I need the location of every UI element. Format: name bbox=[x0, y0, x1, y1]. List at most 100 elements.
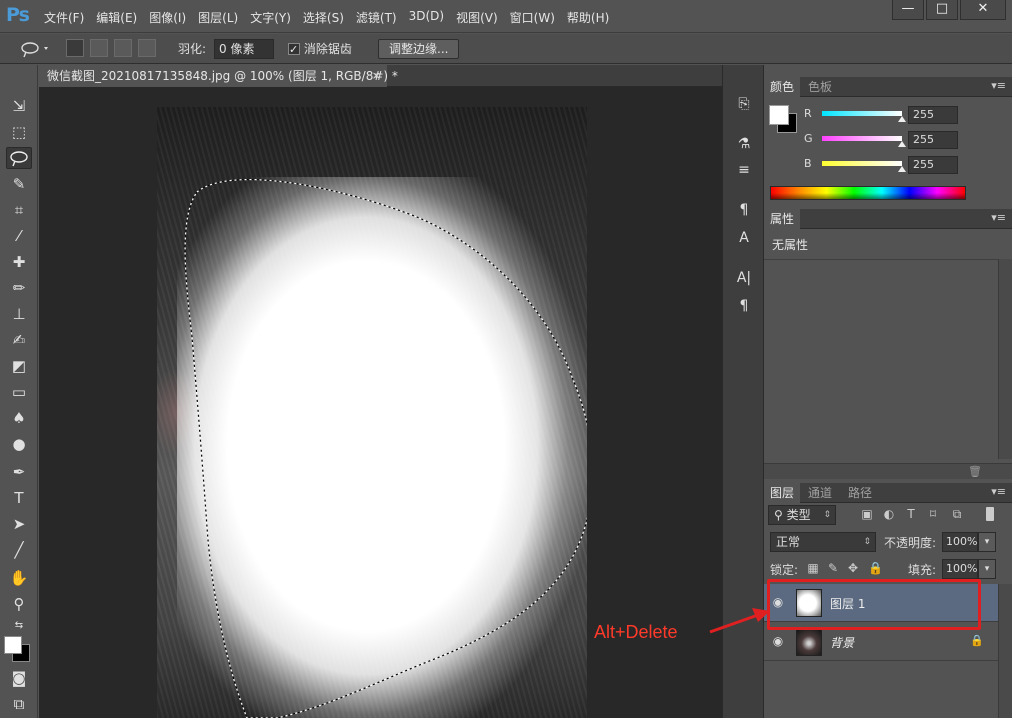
refine-edge-button[interactable]: 调整边缘... bbox=[378, 39, 460, 59]
path-select-tool-icon[interactable]: ➤ bbox=[6, 513, 32, 535]
layer-name[interactable]: 背景 bbox=[830, 634, 854, 651]
properties-panel-menu-icon[interactable]: ▾≡ bbox=[991, 211, 1006, 224]
quick-select-tool-icon[interactable]: ✎ bbox=[6, 173, 32, 195]
eraser-tool-icon[interactable]: ◩ bbox=[6, 355, 32, 377]
line-tool-icon[interactable]: ╱ bbox=[6, 539, 32, 561]
slider-r[interactable]: R 255 bbox=[804, 105, 1004, 125]
layer-filter-dropdown[interactable]: ⚲ 类型 ⇕ bbox=[768, 505, 836, 525]
move-tool-icon[interactable]: ⇲ bbox=[6, 95, 32, 117]
filter-pixel-icon[interactable]: ▣ bbox=[860, 507, 874, 521]
menu-file[interactable]: 文件(F) bbox=[44, 9, 84, 26]
new-selection-icon[interactable] bbox=[66, 39, 84, 57]
character-styles-icon[interactable]: A bbox=[732, 227, 756, 249]
fill-arrow-icon[interactable]: ▾ bbox=[978, 559, 996, 579]
history-brush-tool-icon[interactable]: ✍ bbox=[6, 329, 32, 351]
maximize-button[interactable]: □ bbox=[926, 0, 958, 20]
slider-r-bar[interactable] bbox=[822, 111, 902, 116]
lock-pixels-icon[interactable]: ✎ bbox=[826, 561, 840, 575]
quick-mask-icon[interactable]: ◙ bbox=[6, 667, 32, 689]
properties-scrollbar[interactable] bbox=[998, 259, 1012, 459]
color-panel-menu-icon[interactable]: ▾≡ bbox=[991, 79, 1006, 92]
brush-panel-icon[interactable]: ⚗ bbox=[732, 133, 756, 155]
slider-g-value[interactable]: 255 bbox=[908, 131, 958, 149]
color-foreground-swatch[interactable] bbox=[769, 105, 789, 125]
zoom-tool-icon[interactable]: ⚲ bbox=[6, 593, 32, 615]
clone-stamp-tool-icon[interactable]: ⊥ bbox=[6, 303, 32, 325]
menu-type[interactable]: 文字(Y) bbox=[250, 9, 291, 26]
menu-edit[interactable]: 编辑(E) bbox=[96, 9, 137, 26]
document-tab[interactable]: 微信截图_20210817135848.jpg @ 100% (图层 1, RG… bbox=[39, 65, 398, 87]
antialias-checkbox[interactable]: 消除锯齿 bbox=[288, 39, 352, 60]
opacity-input[interactable]: 100% bbox=[942, 532, 978, 552]
intersect-selection-icon[interactable] bbox=[138, 39, 156, 57]
blend-mode-dropdown[interactable]: 正常 ⇕ bbox=[770, 532, 876, 552]
dodge-tool-icon[interactable]: ● bbox=[6, 433, 32, 455]
fill-input[interactable]: 100% bbox=[942, 559, 978, 579]
opacity-arrow-icon[interactable]: ▾ bbox=[978, 532, 996, 552]
slider-g-bar[interactable] bbox=[822, 136, 902, 141]
layers-panel-menu-icon[interactable]: ▾≡ bbox=[991, 485, 1006, 498]
filter-smart-icon[interactable]: ⧉ bbox=[950, 507, 964, 521]
foreground-color-swatch[interactable] bbox=[4, 636, 22, 654]
pen-tool-icon[interactable]: ✒ bbox=[6, 461, 32, 483]
document-tab-close-icon[interactable]: × bbox=[372, 65, 381, 87]
filter-type-icon[interactable]: T bbox=[904, 507, 918, 521]
menu-filter[interactable]: 滤镜(T) bbox=[356, 9, 397, 26]
close-button[interactable]: ✕ bbox=[960, 0, 1006, 20]
menu-select[interactable]: 选择(S) bbox=[303, 9, 344, 26]
slider-g-thumb[interactable] bbox=[898, 141, 906, 147]
screen-mode-icon[interactable]: ⧉ bbox=[6, 693, 32, 715]
slider-b[interactable]: B 255 bbox=[804, 155, 1004, 175]
blur-tool-icon[interactable]: ♠ bbox=[6, 407, 32, 429]
color-spectrum[interactable] bbox=[770, 186, 966, 200]
gradient-tool-icon[interactable]: ▭ bbox=[6, 381, 32, 403]
eyedropper-tool-icon[interactable]: ⁄ bbox=[6, 225, 32, 247]
antialias-check-icon[interactable] bbox=[288, 40, 300, 60]
slider-b-thumb[interactable] bbox=[898, 166, 906, 172]
menu-3d[interactable]: 3D(D) bbox=[409, 9, 444, 26]
healing-tool-icon[interactable]: ✚ bbox=[6, 251, 32, 273]
menu-window[interactable]: 窗口(W) bbox=[510, 9, 555, 26]
image-canvas[interactable] bbox=[157, 107, 587, 718]
character-panel-icon[interactable]: A| bbox=[732, 267, 756, 289]
menu-image[interactable]: 图像(I) bbox=[149, 9, 186, 26]
subtract-selection-icon[interactable] bbox=[114, 39, 132, 57]
menu-help[interactable]: 帮助(H) bbox=[567, 9, 609, 26]
filter-adjust-icon[interactable]: ◐ bbox=[882, 507, 896, 521]
tab-color[interactable]: 颜色 bbox=[764, 77, 801, 97]
slider-b-bar[interactable] bbox=[822, 161, 902, 166]
slider-b-value[interactable]: 255 bbox=[908, 156, 958, 174]
lock-all-icon[interactable]: 🔒 bbox=[868, 561, 883, 575]
layers-scrollbar[interactable] bbox=[998, 584, 1012, 718]
filter-toggle-icon[interactable] bbox=[986, 507, 994, 521]
add-selection-icon[interactable] bbox=[90, 39, 108, 57]
paragraph-styles-icon[interactable]: ¶ bbox=[732, 199, 756, 221]
paragraph-panel-icon[interactable]: ¶ bbox=[732, 295, 756, 317]
lasso-preset-icon[interactable] bbox=[18, 39, 52, 59]
tab-swatches[interactable]: 色板 bbox=[802, 77, 838, 97]
lock-position-icon[interactable]: ✥ bbox=[846, 561, 860, 575]
menu-layer[interactable]: 图层(L) bbox=[198, 9, 238, 26]
tab-layers[interactable]: 图层 bbox=[764, 483, 801, 503]
crop-tool-icon[interactable]: ⌗ bbox=[6, 199, 32, 221]
slider-r-value[interactable]: 255 bbox=[908, 106, 958, 124]
hand-tool-icon[interactable]: ✋ bbox=[6, 567, 32, 589]
brush-tool-icon[interactable]: ✏ bbox=[6, 277, 32, 299]
menu-view[interactable]: 视图(V) bbox=[456, 9, 498, 26]
tab-channels[interactable]: 通道 bbox=[802, 483, 838, 503]
feather-input[interactable]: 0 像素 bbox=[214, 39, 274, 59]
visibility-eye-icon[interactable]: ◉ bbox=[770, 634, 786, 648]
lock-transparent-icon[interactable]: ▦ bbox=[806, 561, 820, 575]
trash-icon[interactable]: 🗑 bbox=[968, 465, 982, 478]
lasso-tool-icon[interactable] bbox=[6, 147, 32, 169]
tab-paths[interactable]: 路径 bbox=[842, 483, 878, 503]
slider-r-thumb[interactable] bbox=[898, 116, 906, 122]
history-panel-icon[interactable]: ⎘ bbox=[732, 93, 756, 115]
type-tool-icon[interactable]: T bbox=[6, 487, 32, 509]
brush-presets-icon[interactable]: ≡ bbox=[732, 159, 756, 181]
marquee-tool-icon[interactable]: ⬚ bbox=[6, 121, 32, 143]
swap-colors-icon[interactable]: ⇆ bbox=[6, 615, 32, 637]
tab-properties[interactable]: 属性 bbox=[764, 209, 801, 229]
slider-g[interactable]: G 255 bbox=[804, 130, 1004, 150]
minimize-button[interactable]: — bbox=[892, 0, 924, 20]
